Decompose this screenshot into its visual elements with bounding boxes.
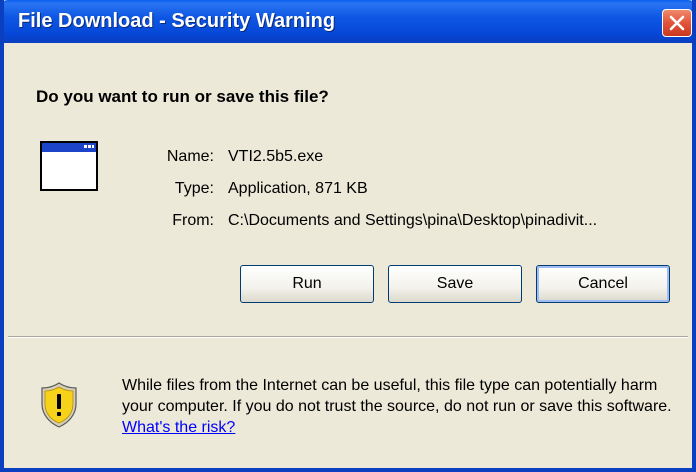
cancel-button-label: Cancel [578, 275, 628, 292]
application-window-icon [40, 141, 98, 191]
save-button-label: Save [436, 275, 474, 292]
name-value: VTI2.5b5.exe [228, 148, 324, 165]
close-button[interactable] [662, 9, 692, 37]
separator [8, 336, 688, 338]
shield-warning-icon [41, 382, 77, 428]
window-title: File Download - Security Warning [18, 10, 336, 32]
title-bar[interactable]: File Download - Security Warning [4, 0, 692, 43]
run-button[interactable]: Run [240, 265, 374, 303]
save-button[interactable]: Save [388, 265, 522, 303]
from-value: C:\Documents and Settings\pina\Desktop\p… [228, 212, 598, 229]
security-warning-dialog: File Download - Security Warning Do you … [0, 0, 696, 472]
whats-the-risk-link[interactable]: What's the risk? [122, 419, 235, 436]
type-value: Application, 871 KB [228, 180, 368, 197]
name-label: Name: [166, 148, 214, 165]
warning-message: While files from the Internet can be use… [122, 377, 672, 415]
security-warning-text: While files from the Internet can be use… [122, 375, 688, 438]
run-button-label: Run [292, 275, 322, 292]
dialog-question: Do you want to run or save this file? [36, 87, 329, 106]
cancel-button[interactable]: Cancel [536, 265, 670, 303]
close-icon [669, 15, 685, 31]
from-label: From: [172, 212, 214, 229]
type-label: Type: [174, 180, 214, 197]
